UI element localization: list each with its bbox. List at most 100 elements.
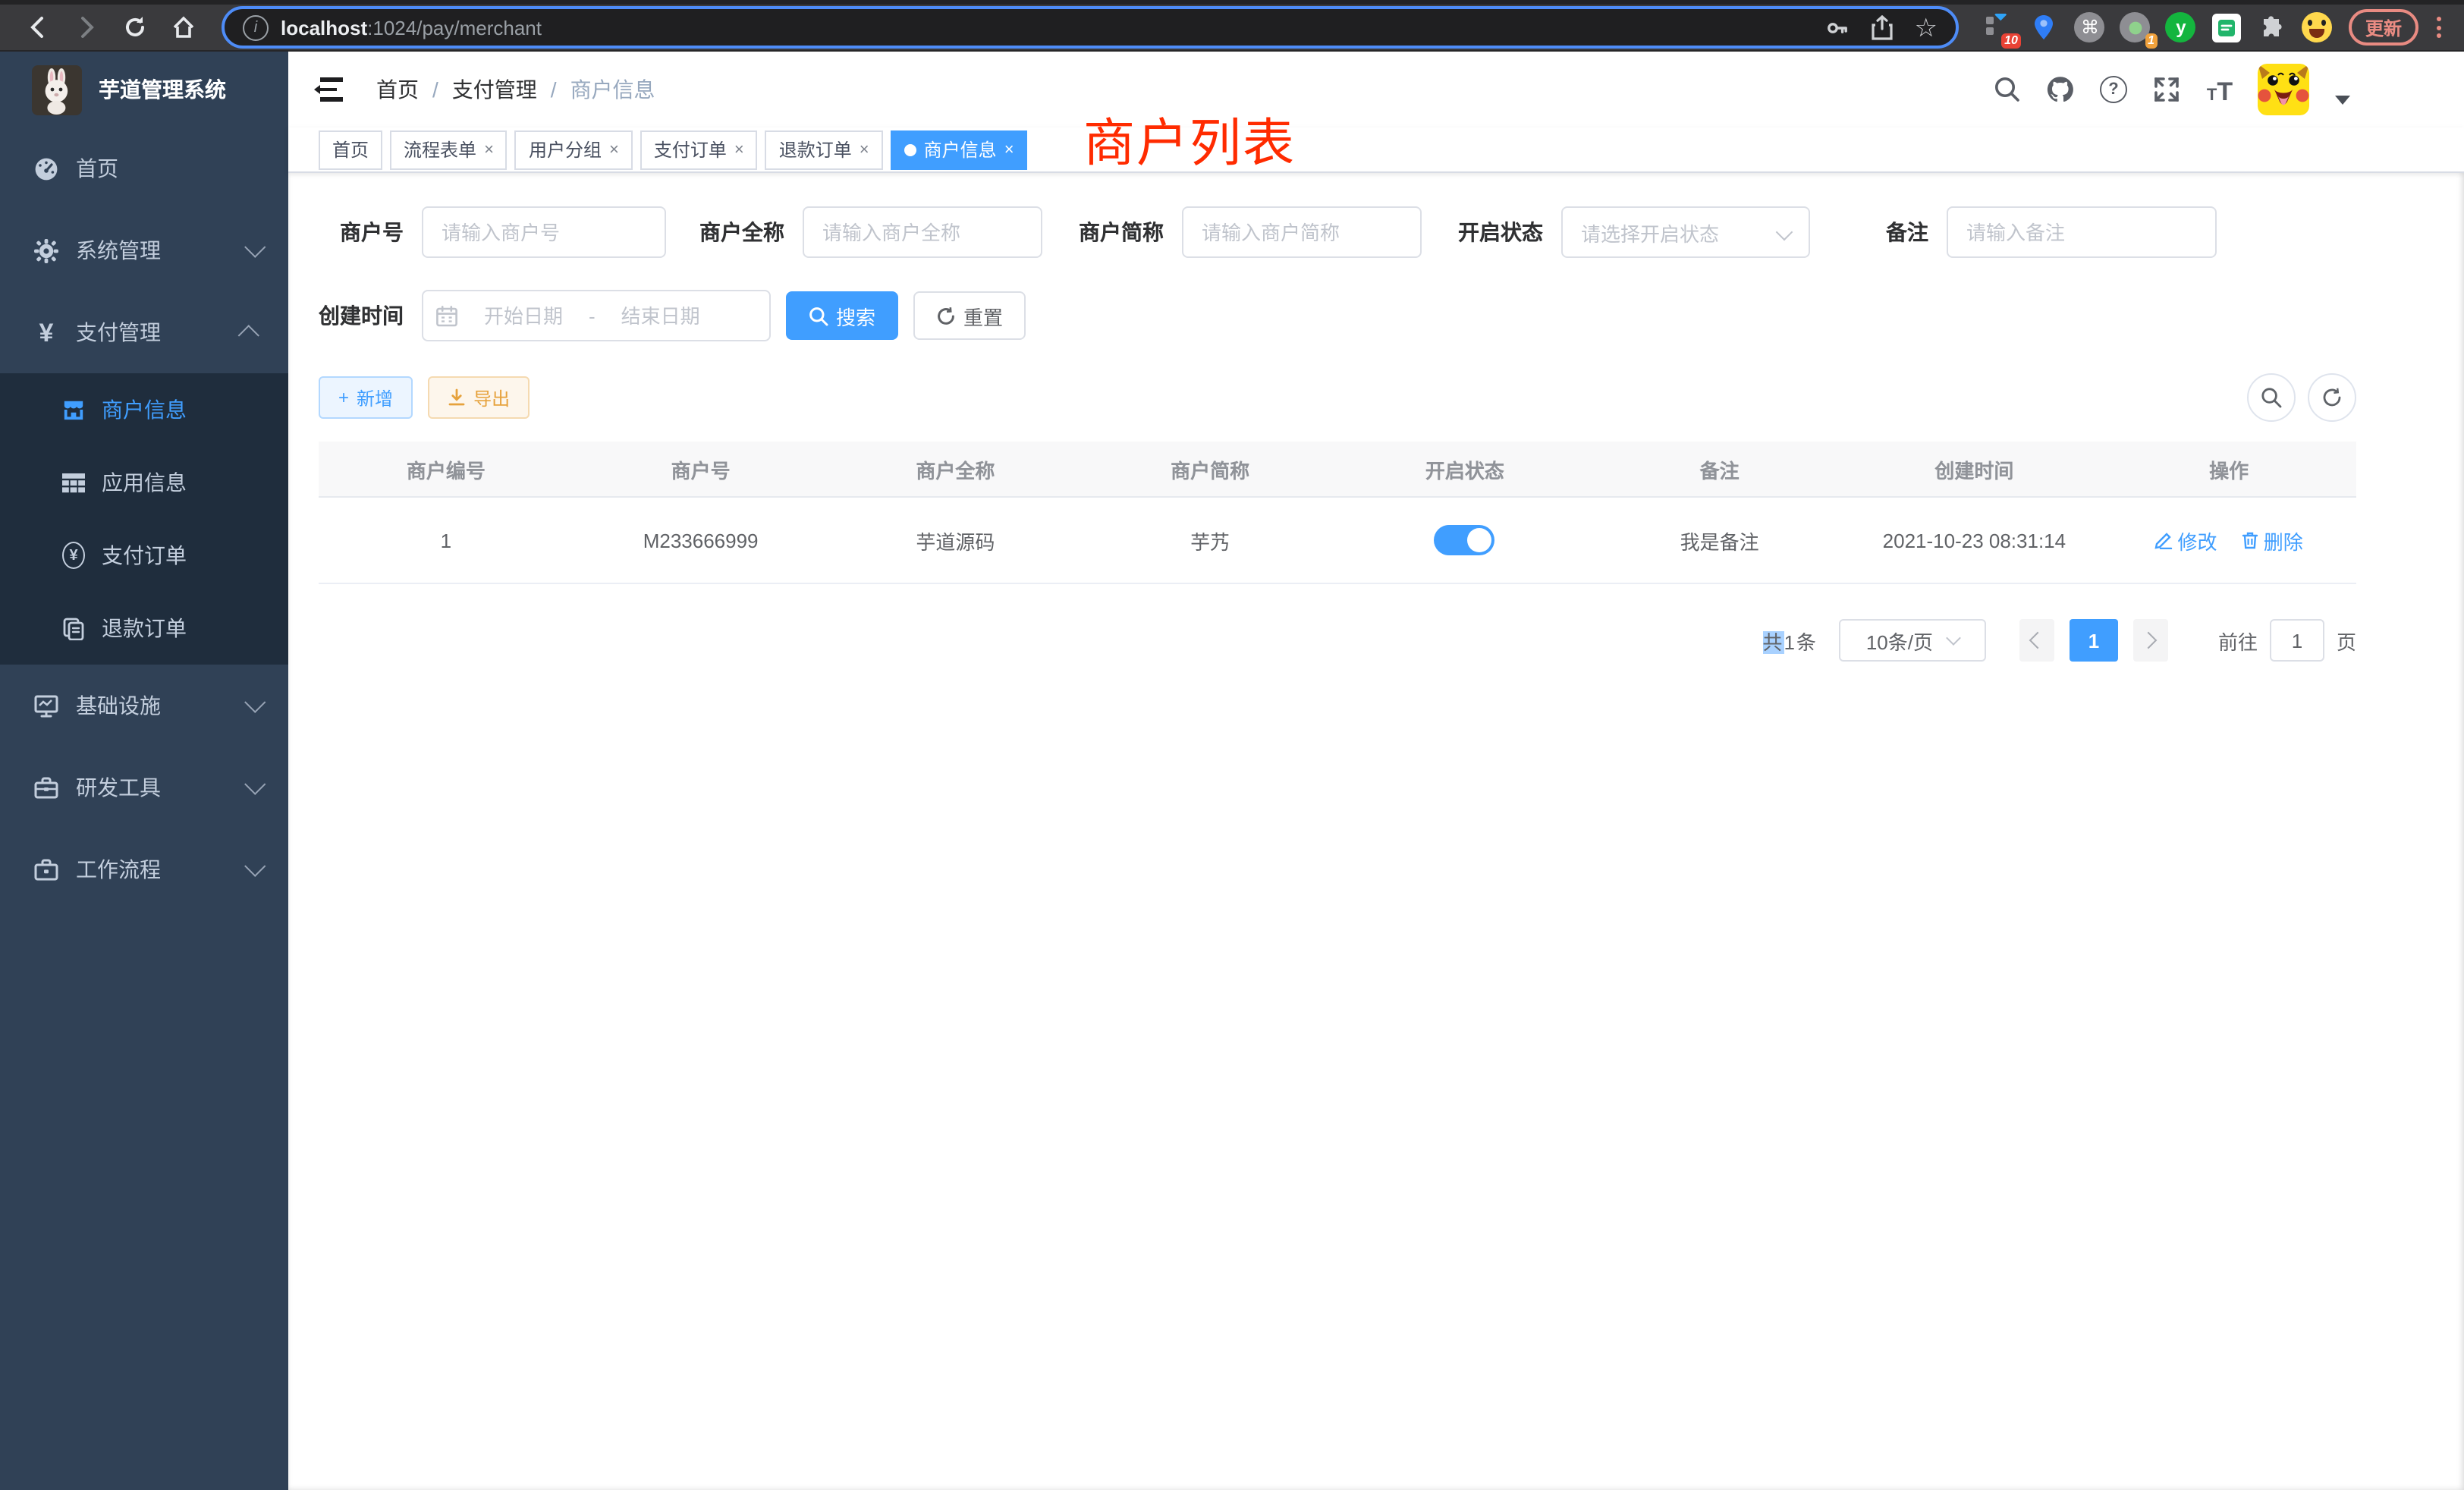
col-remark: 备注 [1592, 442, 1847, 497]
chrome-update-button[interactable]: 更新 [2349, 9, 2418, 46]
close-icon[interactable]: × [734, 140, 744, 159]
sidebar-item-pay-order[interactable]: ¥ 支付订单 [0, 519, 288, 592]
full-name-label: 商户全称 [699, 217, 784, 247]
avatar-caret-icon[interactable] [2335, 96, 2350, 105]
create-time-range-picker[interactable]: - [422, 290, 771, 341]
table-refresh-icon[interactable] [2308, 373, 2356, 422]
reload-icon[interactable] [112, 8, 158, 47]
close-icon[interactable]: × [860, 140, 869, 159]
pay-submenu: 商户信息 应用信息 ¥ 支付订单 退款订单 [0, 373, 288, 665]
devtools-extension-icon[interactable]: 10 [1983, 11, 2015, 43]
header-search-icon[interactable] [1992, 74, 2022, 105]
sidebar-item-merchant-info[interactable]: 商户信息 [0, 373, 288, 446]
goto-page-input[interactable] [2270, 619, 2324, 662]
plus-icon: + [338, 387, 349, 408]
sidebar-item-label: 支付管理 [76, 317, 161, 347]
sidebar-item-refund-order[interactable]: 退款订单 [0, 592, 288, 665]
fullscreen-icon[interactable] [2151, 74, 2182, 105]
help-icon[interactable]: ? [2098, 74, 2129, 105]
trash-icon [2241, 531, 2259, 549]
close-icon[interactable]: × [609, 140, 619, 159]
share-icon[interactable] [1870, 14, 1893, 40]
sidebar-item-app-info[interactable]: 应用信息 [0, 446, 288, 519]
sidebar-item-pay[interactable]: ¥ 支付管理 [0, 291, 288, 373]
date-end-input[interactable] [599, 303, 723, 328]
notes-extension-icon[interactable] [2211, 11, 2242, 43]
page-content: 商户号 商户全称 商户简称 开启状态 请选择开启状态 备注 创 [288, 173, 2464, 662]
profile-avatar-icon[interactable] [2302, 11, 2334, 43]
pin-extension-icon[interactable] [2029, 11, 2060, 43]
sidebar-item-label: 退款订单 [102, 613, 187, 643]
download-icon [448, 388, 466, 407]
tab-process-form[interactable]: 流程表单× [390, 130, 508, 169]
app-logo[interactable]: 芋道管理系统 [0, 52, 288, 127]
chevron-up-icon [238, 325, 259, 346]
date-start-input[interactable] [461, 303, 586, 328]
page-number-current[interactable]: 1 [2070, 619, 2118, 662]
password-key-icon[interactable] [1823, 14, 1849, 40]
table-search-toggle-icon[interactable] [2247, 373, 2296, 422]
remark-label: 备注 [1886, 217, 1928, 247]
sidebar-item-label: 支付订单 [102, 540, 187, 571]
extensions-area: 10 ⌘ 1 y [1983, 11, 2334, 43]
back-icon[interactable] [15, 8, 61, 47]
tab-merchant-info[interactable]: 商户信息× [891, 130, 1028, 169]
status-select[interactable]: 请选择开启状态 [1561, 206, 1810, 258]
col-actions: 操作 [2101, 442, 2356, 497]
search-button[interactable]: 搜索 [786, 291, 898, 340]
yuque-extension-icon[interactable]: y [2165, 11, 2197, 43]
breadcrumb-current: 商户信息 [570, 74, 655, 105]
github-icon[interactable] [2045, 74, 2076, 105]
merchant-no-label: 商户号 [319, 217, 404, 247]
short-name-input[interactable] [1182, 206, 1422, 258]
breadcrumb-separator: / [551, 77, 557, 102]
tab-home[interactable]: 首页 [319, 130, 382, 169]
extensions-puzzle-icon[interactable] [2256, 11, 2288, 43]
col-merchant-id: 商户编号 [319, 442, 574, 497]
edit-link[interactable]: 修改 [2154, 526, 2217, 555]
remark-input[interactable] [1947, 206, 2217, 258]
sidebar-item-label: 应用信息 [102, 467, 187, 498]
proxy-extension-icon[interactable]: 1 [2120, 11, 2151, 43]
site-info-icon[interactable]: i [243, 14, 269, 40]
sidebar-item-workflow[interactable]: 工作流程 [0, 828, 288, 910]
sidebar-item-devtools[interactable]: 研发工具 [0, 747, 288, 828]
document-icon [62, 617, 85, 640]
tab-user-group[interactable]: 用户分组× [515, 130, 633, 169]
bookmark-star-icon[interactable]: ☆ [1914, 14, 1938, 40]
sidebar-fold-icon[interactable] [314, 77, 343, 102]
tab-refund-order[interactable]: 退款订单× [765, 130, 883, 169]
goto-label: 前往 [2218, 626, 2258, 655]
cell-merchant-id: 1 [319, 497, 574, 583]
chevron-down-icon [1776, 224, 1793, 241]
add-button[interactable]: + 新增 [319, 376, 413, 419]
user-avatar[interactable] [2258, 64, 2309, 115]
sidebar-item-infra[interactable]: 基础设施 [0, 665, 288, 747]
sidebar-item-home[interactable]: 首页 [0, 127, 288, 209]
page-size-select[interactable]: 10条/页 [1839, 619, 1986, 662]
command-extension-icon[interactable]: ⌘ [2074, 11, 2106, 43]
sidebar-item-label: 系统管理 [76, 235, 161, 266]
prev-page-button[interactable] [2019, 619, 2054, 662]
cell-merchant-no: M233666999 [574, 497, 828, 583]
full-name-input[interactable] [803, 206, 1042, 258]
status-toggle[interactable] [1435, 525, 1495, 555]
delete-link[interactable]: 删除 [2241, 526, 2303, 555]
tab-pay-order[interactable]: 支付订单× [640, 130, 758, 169]
home-icon[interactable] [161, 8, 206, 47]
browser-menu-icon[interactable] [2428, 12, 2449, 42]
close-icon[interactable]: × [484, 140, 494, 159]
next-page-button[interactable] [2133, 619, 2168, 662]
active-dot-icon [904, 143, 916, 156]
reset-button[interactable]: 重置 [913, 291, 1026, 340]
pagination: 共1条 10条/页 1 前往 页 [319, 619, 2356, 662]
address-bar[interactable]: i localhost:1024/pay/merchant ☆ [222, 6, 1959, 49]
sidebar-item-system[interactable]: 系统管理 [0, 209, 288, 291]
font-size-icon[interactable]: TT [2205, 74, 2235, 105]
forward-icon[interactable] [64, 8, 109, 47]
merchant-no-input[interactable] [422, 206, 666, 258]
breadcrumb-home[interactable]: 首页 [376, 74, 419, 105]
breadcrumb-pay[interactable]: 支付管理 [452, 74, 537, 105]
export-button[interactable]: 导出 [428, 376, 530, 419]
close-icon[interactable]: × [1004, 140, 1014, 159]
